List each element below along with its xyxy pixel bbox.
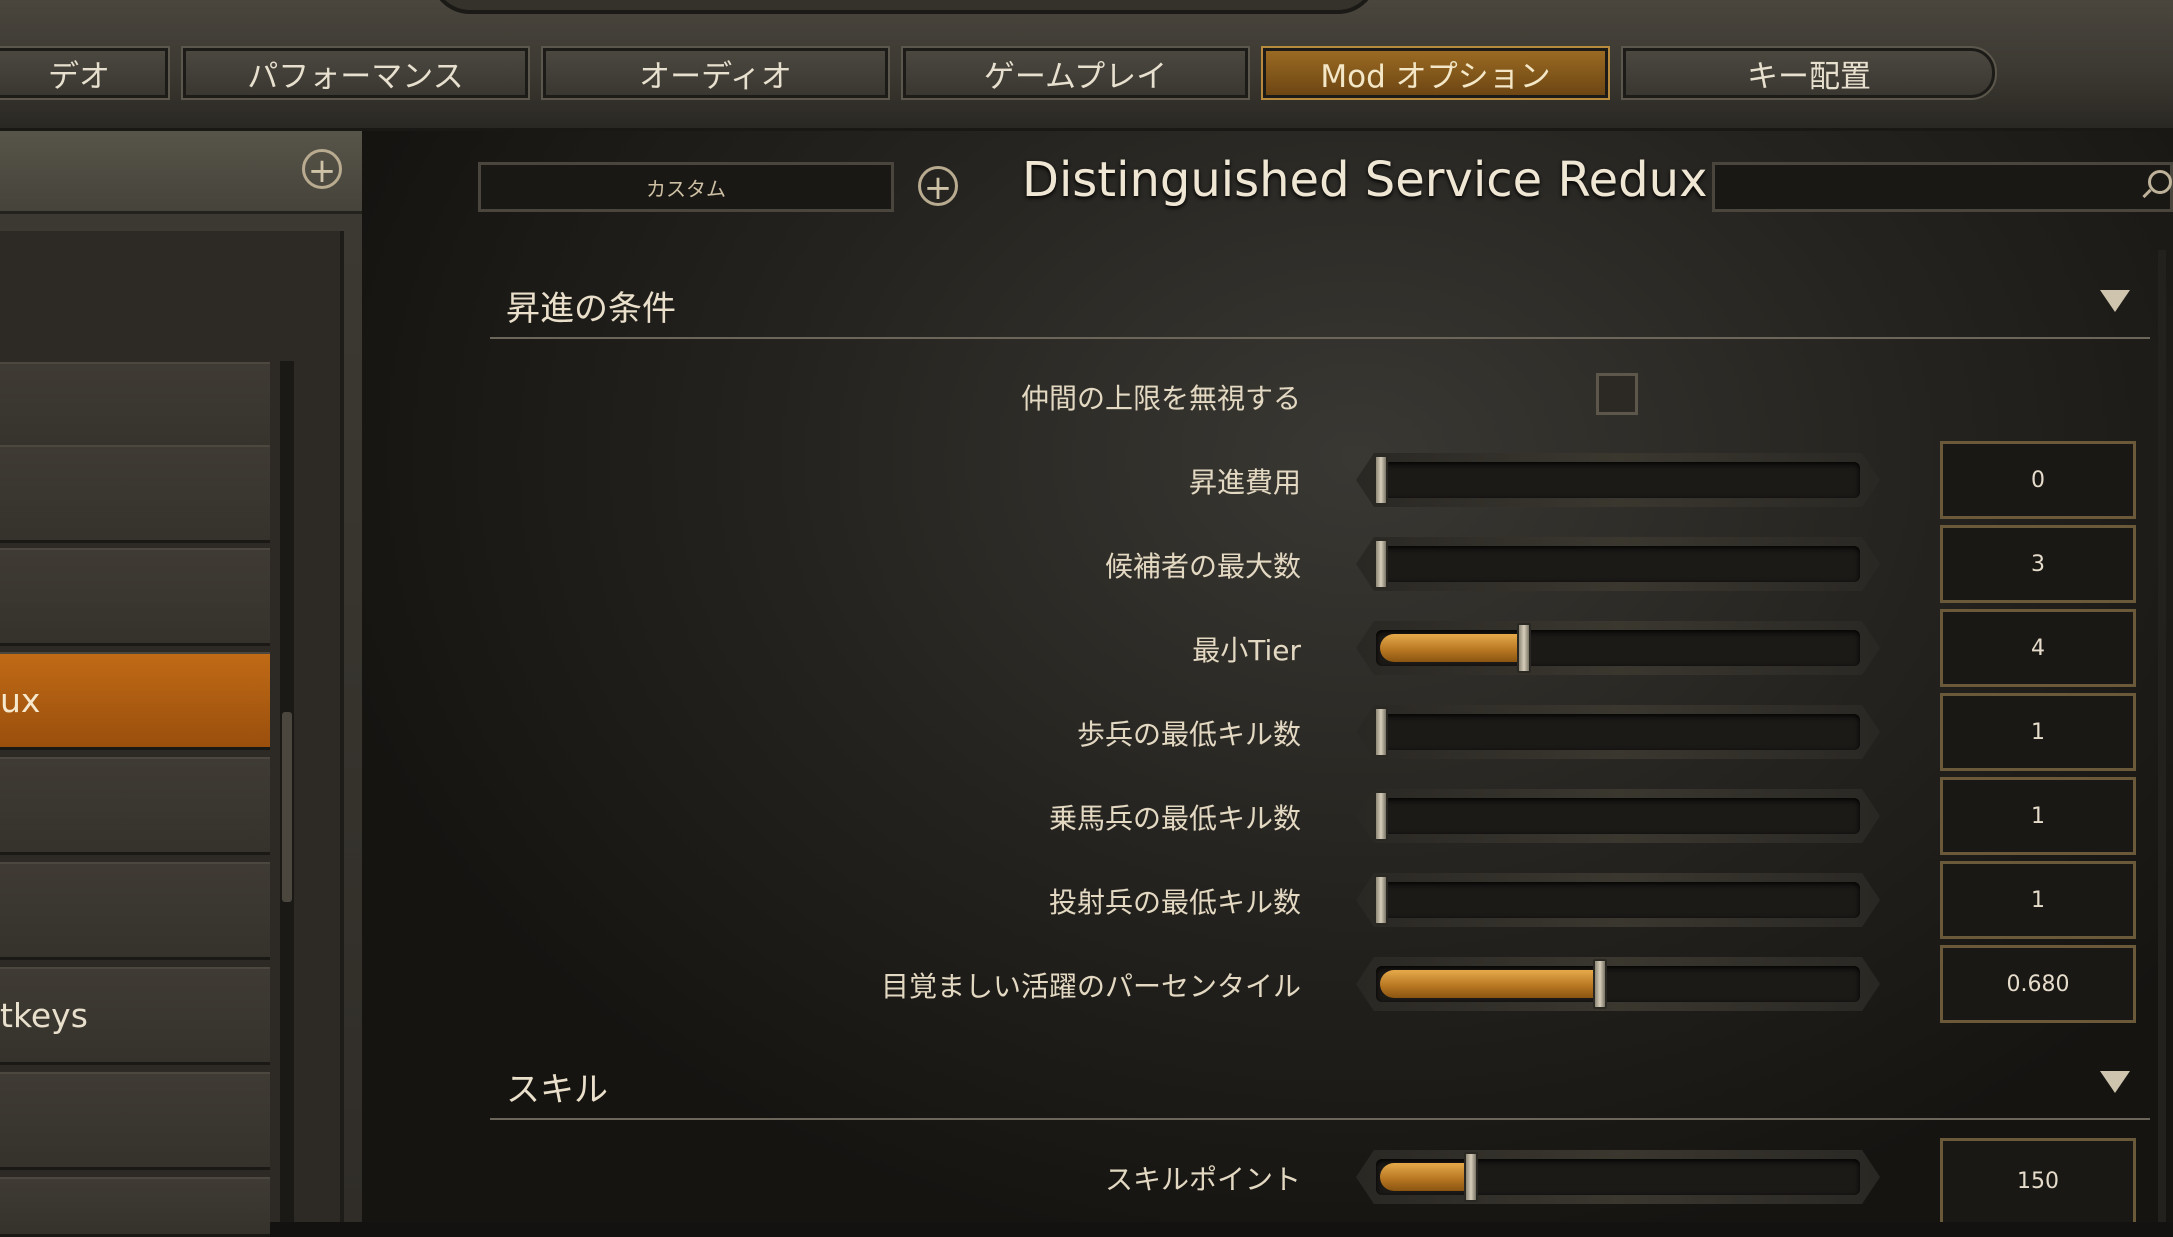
- slider[interactable]: [1356, 957, 1880, 1011]
- value-text: 0: [2031, 467, 2045, 493]
- value-text: 3: [2031, 551, 2045, 577]
- slider-handle[interactable]: [1464, 1152, 1479, 1202]
- search-icon[interactable]: [2148, 170, 2172, 194]
- value-text: 1: [2031, 887, 2045, 913]
- tab-mod-options[interactable]: Mod オプション: [1261, 46, 1610, 100]
- slider-track: [1376, 882, 1860, 918]
- slider-fill: [1380, 634, 1523, 662]
- slider-handle[interactable]: [1592, 959, 1607, 1009]
- settings-scrollbar[interactable]: [2158, 250, 2166, 1222]
- value-field[interactable]: 150: [1940, 1138, 2136, 1222]
- mod-list-item[interactable]: [0, 548, 270, 646]
- value-text: 1: [2031, 803, 2045, 829]
- tab-gameplay[interactable]: ゲームプレイ: [901, 46, 1250, 100]
- setting-label: 候補者の最大数: [1104, 550, 1301, 583]
- slider[interactable]: [1356, 621, 1880, 675]
- value-field[interactable]: 1: [1940, 693, 2136, 771]
- slider[interactable]: [1356, 705, 1880, 759]
- slider[interactable]: [1356, 1150, 1880, 1204]
- mod-list-item[interactable]: [0, 862, 270, 960]
- mod-list-item[interactable]: [0, 445, 270, 543]
- value-field[interactable]: 0.680: [1940, 945, 2136, 1023]
- setting-label: 昇進費用: [1188, 466, 1301, 499]
- tab-keybindings[interactable]: キー配置: [1621, 46, 1997, 100]
- group-title-skills[interactable]: スキル: [506, 1062, 608, 1111]
- slider[interactable]: [1356, 537, 1880, 591]
- preset-dropdown[interactable]: カスタム: [478, 162, 894, 212]
- value-text: 1: [2031, 719, 2045, 745]
- mod-list-scroll-thumb[interactable]: [282, 712, 292, 902]
- slider-handle[interactable]: [1374, 707, 1388, 757]
- slider[interactable]: [1356, 789, 1880, 843]
- value-field[interactable]: 3: [1940, 525, 2136, 603]
- add-preset-plus-circle-icon[interactable]: +: [918, 166, 958, 207]
- settings-tab-bar: デオ パフォーマンス オーディオ ゲームプレイ Mod オプション キー配置: [0, 0, 2173, 131]
- value-field[interactable]: 1: [1940, 777, 2136, 855]
- slider-track: [1376, 714, 1860, 750]
- value-field[interactable]: 4: [1940, 609, 2136, 687]
- value-text: 150: [2017, 1169, 2059, 1194]
- collapse-arrow-icon[interactable]: [2100, 290, 2130, 312]
- group-divider: [490, 337, 2150, 339]
- tab-performance[interactable]: パフォーマンス: [181, 46, 530, 100]
- tab-bar-crest: [430, 0, 1378, 14]
- mod-list-item-label: tkeys: [0, 996, 88, 1035]
- setting-label: 乗馬兵の最低キル数: [1048, 802, 1301, 835]
- slider-handle[interactable]: [1374, 455, 1388, 505]
- collapse-arrow-icon[interactable]: [2100, 1071, 2130, 1093]
- slider-handle[interactable]: [1374, 539, 1388, 589]
- group-title-promotion[interactable]: 昇進の条件: [506, 281, 676, 330]
- ignore-party-limit-checkbox[interactable]: [1596, 373, 1638, 415]
- mod-list-item[interactable]: [0, 757, 270, 855]
- setting-label: 投射兵の最低キル数: [1048, 886, 1301, 919]
- slider-handle[interactable]: [1374, 875, 1388, 925]
- mod-list-item[interactable]: [0, 1072, 270, 1170]
- mod-list-item[interactable]: tkeys: [0, 967, 270, 1065]
- value-field[interactable]: 0: [1940, 441, 2136, 519]
- slider-track: [1376, 798, 1860, 834]
- slider-fill: [1380, 1163, 1471, 1191]
- setting-label: 目覚ましい活躍のパーセンタイル: [880, 970, 1301, 1003]
- setting-label: スキルポイント: [1104, 1163, 1301, 1196]
- mod-list-item-selected[interactable]: ux: [0, 652, 270, 750]
- value-field[interactable]: 1: [1940, 861, 2136, 939]
- setting-label: 仲間の上限を無視する: [1020, 382, 1301, 415]
- tab-video[interactable]: デオ: [0, 46, 170, 100]
- tab-audio[interactable]: オーディオ: [541, 46, 890, 100]
- mod-title: Distinguished Service Redux: [1022, 152, 1708, 208]
- add-plus-circle-icon[interactable]: +: [302, 149, 342, 190]
- value-text: 0.680: [2006, 971, 2070, 997]
- setting-label: 歩兵の最低キル数: [1076, 718, 1301, 751]
- preset-value: カスタム: [646, 176, 726, 201]
- slider[interactable]: [1356, 453, 1880, 507]
- mod-list-item[interactable]: [0, 1177, 270, 1237]
- value-text: 4: [2031, 635, 2045, 661]
- setting-label: 最小Tier: [1192, 634, 1301, 667]
- mod-list-item-label: ux: [0, 681, 41, 720]
- slider[interactable]: [1356, 873, 1880, 927]
- slider-fill: [1380, 970, 1599, 998]
- search-input[interactable]: [1712, 162, 2173, 212]
- slider-track: [1376, 462, 1860, 498]
- group-divider: [490, 1118, 2150, 1120]
- slider-track: [1376, 546, 1860, 582]
- slider-handle[interactable]: [1374, 791, 1388, 841]
- slider-handle[interactable]: [1516, 623, 1531, 673]
